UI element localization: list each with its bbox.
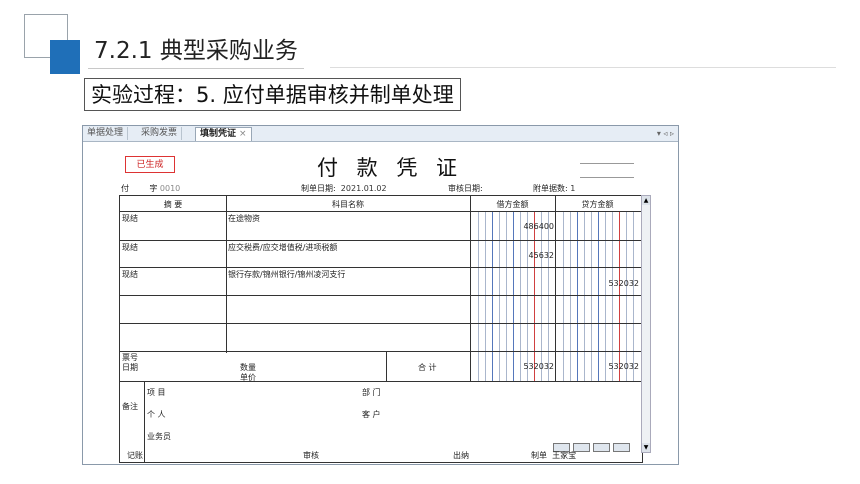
audit-signature: 审核 <box>303 451 319 460</box>
row-account[interactable]: 应交税费/应交增值税/进项税额 <box>228 242 337 253</box>
row-credit[interactable]: 532032 <box>557 279 639 288</box>
total-debit: 532032 <box>523 362 554 371</box>
tab-purchase-invoice[interactable]: 采购发票 <box>137 127 183 140</box>
section-title: 7.2.1 典型采购业务 <box>88 34 304 69</box>
scroll-up-icon[interactable]: ▲ <box>642 196 650 205</box>
digit-gridline <box>570 212 571 381</box>
summary-header: 摘 要 <box>163 200 183 209</box>
tab-fill-voucher[interactable]: 填制凭证 × <box>195 127 252 141</box>
title-side-line <box>580 163 634 164</box>
close-tab-icon[interactable]: × <box>239 129 247 139</box>
audit-date: 审核日期: <box>448 184 483 193</box>
voucher-entry-table: 摘 要 科目名称 借方金额 贷方金额 现结 在途物资 486400 现结 应交税… <box>119 195 643 463</box>
account-header: 科目名称 <box>332 200 364 209</box>
row-summary[interactable]: 现结 <box>122 242 138 253</box>
row-account[interactable]: 银行存款/锦州银行/锦州凌河支行 <box>228 269 345 280</box>
tab-document-processing[interactable]: 单据处理 <box>83 127 129 140</box>
cashier-signature: 出纳 <box>453 451 469 460</box>
attachments-input[interactable]: 1 <box>570 184 575 193</box>
digit-gridline <box>605 212 606 381</box>
voucher-title: 付 款 凭 证 <box>317 156 464 180</box>
digit-gridline <box>591 212 592 381</box>
total-credit: 532032 <box>608 362 639 371</box>
step-subtitle: 实验过程：5. 应付单据审核并制单处理 <box>84 78 461 111</box>
total-label: 合 计 <box>418 363 437 372</box>
row-summary[interactable]: 现结 <box>122 213 138 224</box>
vertical-scrollbar[interactable]: ▲ ▼ <box>641 195 651 453</box>
digit-gridline <box>520 212 521 381</box>
expand-icon[interactable] <box>613 443 630 452</box>
row-summary[interactable]: 现结 <box>122 269 138 280</box>
entry-toolbar <box>553 437 633 452</box>
title-side-line <box>580 177 634 178</box>
flow-icon[interactable] <box>593 443 610 452</box>
ticket-labels: 票号 日期 <box>122 353 138 372</box>
digit-gridline <box>619 212 620 381</box>
preparer-signature: 制单 王家宝 <box>531 451 577 460</box>
salesman-label: 业务员 <box>147 432 171 441</box>
attachments: 附单据数: 1 <box>533 184 576 193</box>
voucher-date-input[interactable]: 2021.01.02 <box>341 184 387 193</box>
digit-gridline <box>577 212 578 381</box>
qty-price-labels: 数量 单价 <box>240 363 256 382</box>
tab-nav-arrows-icon[interactable]: ▾ ◃ ▹ <box>657 127 674 140</box>
digit-gridline <box>612 212 613 381</box>
digit-gridline <box>492 212 493 381</box>
tab-bar: 单据处理 采购发票 填制凭证 × ▾ ◃ ▹ <box>83 126 678 142</box>
project-label: 项 目 <box>147 388 166 397</box>
voucher-window: 单据处理 采购发票 填制凭证 × ▾ ◃ ▹ 已生成 付 款 凭 证 付 字 00… <box>82 125 679 465</box>
scroll-down-icon[interactable]: ▼ <box>642 443 650 452</box>
row-account[interactable]: 在途物资 <box>228 213 260 224</box>
digit-gridline <box>633 212 634 381</box>
digit-gridline <box>563 212 564 381</box>
voucher-number-input[interactable]: 0010 <box>160 184 180 193</box>
digit-gridline <box>534 212 535 381</box>
credit-header: 贷方金额 <box>581 200 614 209</box>
digit-gridline <box>513 212 514 381</box>
person-label: 个 人 <box>147 410 166 419</box>
debit-header: 借方金额 <box>496 200 529 209</box>
title-divider <box>330 67 836 68</box>
status-stamp: 已生成 <box>125 156 175 173</box>
bookkeeping-signature: 记账 <box>127 451 143 460</box>
voucher-number: 付 字 0010 <box>121 184 181 193</box>
digit-gridline <box>527 212 528 381</box>
digit-gridline <box>499 212 500 381</box>
department-label: 部 门 <box>362 388 381 397</box>
remarks-label: 备注 <box>122 402 138 411</box>
digit-gridline <box>541 212 542 381</box>
customer-label: 客 户 <box>362 410 381 419</box>
digit-gridline <box>478 212 479 381</box>
digit-gridline <box>548 212 549 381</box>
digit-gridline <box>485 212 486 381</box>
decorative-square-accent <box>50 40 80 74</box>
row-debit[interactable]: 45632 <box>472 251 554 260</box>
row-debit[interactable]: 486400 <box>472 222 554 231</box>
digit-gridline <box>506 212 507 381</box>
digit-gridline <box>598 212 599 381</box>
digit-gridline <box>584 212 585 381</box>
voucher-date: 制单日期: 2021.01.02 <box>301 184 387 193</box>
digit-gridline <box>626 212 627 381</box>
